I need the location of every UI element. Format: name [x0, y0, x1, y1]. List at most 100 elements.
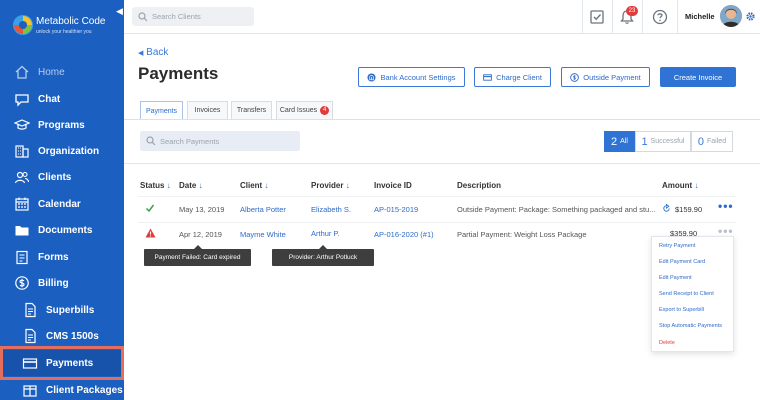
- header-label: Provider: [311, 181, 344, 190]
- column-header-date[interactable]: Date ↓: [179, 181, 203, 190]
- table-divider: [138, 196, 736, 197]
- column-header-client[interactable]: Client ↓: [240, 181, 268, 190]
- tab-payments[interactable]: Payments: [140, 101, 183, 120]
- sidebar-item-label: CMS 1500s: [46, 330, 99, 342]
- tab-invoices[interactable]: Invoices: [187, 101, 228, 119]
- sidebar-item-superbills[interactable]: Superbills: [0, 297, 124, 323]
- user-name[interactable]: Michelle: [685, 12, 715, 21]
- filter-label: All: [620, 138, 628, 145]
- filter-failed[interactable]: 0 Failed: [691, 131, 733, 152]
- sidebar-item-label: Clients: [38, 171, 72, 183]
- collapse-sidebar-icon[interactable]: ◀: [116, 6, 123, 17]
- provider-link[interactable]: Arthur P.: [311, 229, 340, 238]
- payment-date: Apr 12, 2019: [179, 230, 222, 239]
- tab-label: Payments: [145, 107, 178, 115]
- sidebar-item-billing[interactable]: Billing: [0, 270, 124, 296]
- row-actions-menu-icon[interactable]: •••: [718, 199, 734, 213]
- client-search-input[interactable]: Search Clients: [132, 7, 254, 26]
- sidebar-item-label: Organization: [38, 145, 100, 157]
- menu-item-send-receipt[interactable]: Send Receipt to Client: [659, 291, 714, 297]
- divider: [642, 0, 643, 34]
- button-label: Charge Client: [496, 72, 542, 82]
- filter-all[interactable]: 2 All: [604, 131, 635, 152]
- package-icon: [22, 382, 38, 398]
- column-header-amount[interactable]: Amount ↓: [662, 181, 698, 190]
- filter-successful[interactable]: 1 Successful: [635, 131, 691, 152]
- menu-item-retry-payment[interactable]: Retry Payment: [659, 243, 695, 249]
- avatar[interactable]: [720, 5, 742, 27]
- row-actions-menu: Retry Payment Edit Payment Card Edit Pay…: [651, 236, 734, 352]
- button-label: Bank Account Settings: [380, 72, 456, 82]
- client-link[interactable]: Mayme White: [240, 230, 286, 239]
- success-check-icon: [145, 204, 155, 213]
- folder-icon: [14, 222, 30, 238]
- tab-label: Transfers: [236, 107, 267, 114]
- sort-arrow-icon: ↓: [345, 181, 350, 190]
- payment-amount: $159.90: [675, 205, 703, 214]
- column-header-provider[interactable]: Provider ↓: [311, 181, 350, 190]
- bank-icon: [367, 72, 377, 82]
- filter-count: 2: [611, 135, 618, 148]
- client-link[interactable]: Alberta Potter: [240, 205, 286, 214]
- search-placeholder: Search Payments: [160, 136, 220, 146]
- header-label: Client: [240, 181, 263, 190]
- gear-icon[interactable]: [745, 11, 756, 22]
- warning-icon[interactable]: [145, 228, 156, 238]
- invoice-link[interactable]: AP-016-2020 (#1): [374, 230, 434, 239]
- filter-label: Successful: [650, 138, 685, 145]
- sidebar-item-calendar[interactable]: Calendar: [0, 191, 124, 217]
- provider-tooltip: Provider: Arthur Potluck: [272, 245, 374, 266]
- search-placeholder: Search Clients: [152, 12, 201, 21]
- provider-link[interactable]: Elizabeth S.: [311, 205, 351, 214]
- back-label: Back: [146, 47, 169, 58]
- menu-item-edit-payment-card[interactable]: Edit Payment Card: [659, 259, 705, 265]
- help-icon[interactable]: [651, 8, 669, 26]
- page-title: Payments: [138, 64, 219, 83]
- dollar-icon: [570, 72, 580, 82]
- bank-account-settings-button[interactable]: Bank Account Settings: [358, 67, 465, 87]
- payment-search-input[interactable]: Search Payments: [140, 131, 300, 151]
- menu-item-edit-payment[interactable]: Edit Payment: [659, 275, 692, 281]
- sidebar-item-documents[interactable]: Documents: [0, 217, 124, 243]
- status-tooltip: Payment Failed: Card expired: [144, 245, 251, 266]
- sidebar-item-organization[interactable]: Organization: [0, 138, 124, 164]
- sidebar-item-forms[interactable]: Forms: [0, 244, 124, 270]
- header-label: Status: [140, 181, 165, 190]
- sidebar-item-label: Programs: [38, 119, 85, 131]
- sort-arrow-icon: ↓: [694, 181, 699, 190]
- invoice-link[interactable]: AP-015-2019: [374, 205, 418, 214]
- sidebar-item-home[interactable]: Home: [0, 59, 124, 85]
- sidebar-item-client-packages[interactable]: Client Packages: [0, 377, 124, 400]
- filter-count: 0: [697, 135, 705, 148]
- sidebar-item-chat[interactable]: Chat: [0, 86, 124, 112]
- sidebar-item-clients[interactable]: Clients: [0, 164, 124, 190]
- menu-item-delete[interactable]: Delete: [659, 340, 675, 346]
- column-header-description: Description: [457, 181, 501, 190]
- header-label: Amount: [662, 181, 693, 190]
- card-icon: [483, 73, 492, 81]
- back-caret-icon: ◀: [138, 50, 144, 57]
- tab-label: Invoices: [194, 107, 221, 114]
- sidebar: Metabolic Code unlock your healthier you…: [0, 0, 124, 400]
- tab-card-issues[interactable]: Card Issues 4: [276, 101, 333, 119]
- menu-item-export-superbill[interactable]: Export to Superbill: [659, 307, 704, 313]
- charge-client-button[interactable]: Charge Client: [474, 67, 551, 87]
- tab-transfers[interactable]: Transfers: [231, 101, 272, 119]
- back-link[interactable]: ◀ Back: [138, 47, 168, 58]
- column-header-status[interactable]: Status ↓: [140, 181, 171, 190]
- create-invoice-button[interactable]: Create Invoice: [660, 67, 736, 87]
- logo-mark-icon: [13, 15, 33, 35]
- sort-arrow-icon: ↓: [264, 181, 269, 190]
- document-icon: [22, 328, 38, 344]
- sidebar-item-programs[interactable]: Programs: [0, 112, 124, 138]
- brand-tagline: unlock your healthier you: [36, 29, 92, 35]
- table-divider: [138, 222, 736, 223]
- outside-payment-button[interactable]: Outside Payment: [561, 67, 650, 87]
- brand-logo[interactable]: Metabolic Code unlock your healthier you: [12, 14, 122, 40]
- tasks-checkbox-icon[interactable]: [588, 8, 606, 26]
- sort-arrow-icon: ↓: [198, 181, 203, 190]
- column-header-invoice-id: Invoice ID: [374, 181, 412, 190]
- menu-item-stop-automatic-payments[interactable]: Stop Automatic Payments: [659, 323, 722, 329]
- divider: [677, 0, 678, 34]
- search-icon: [138, 11, 148, 21]
